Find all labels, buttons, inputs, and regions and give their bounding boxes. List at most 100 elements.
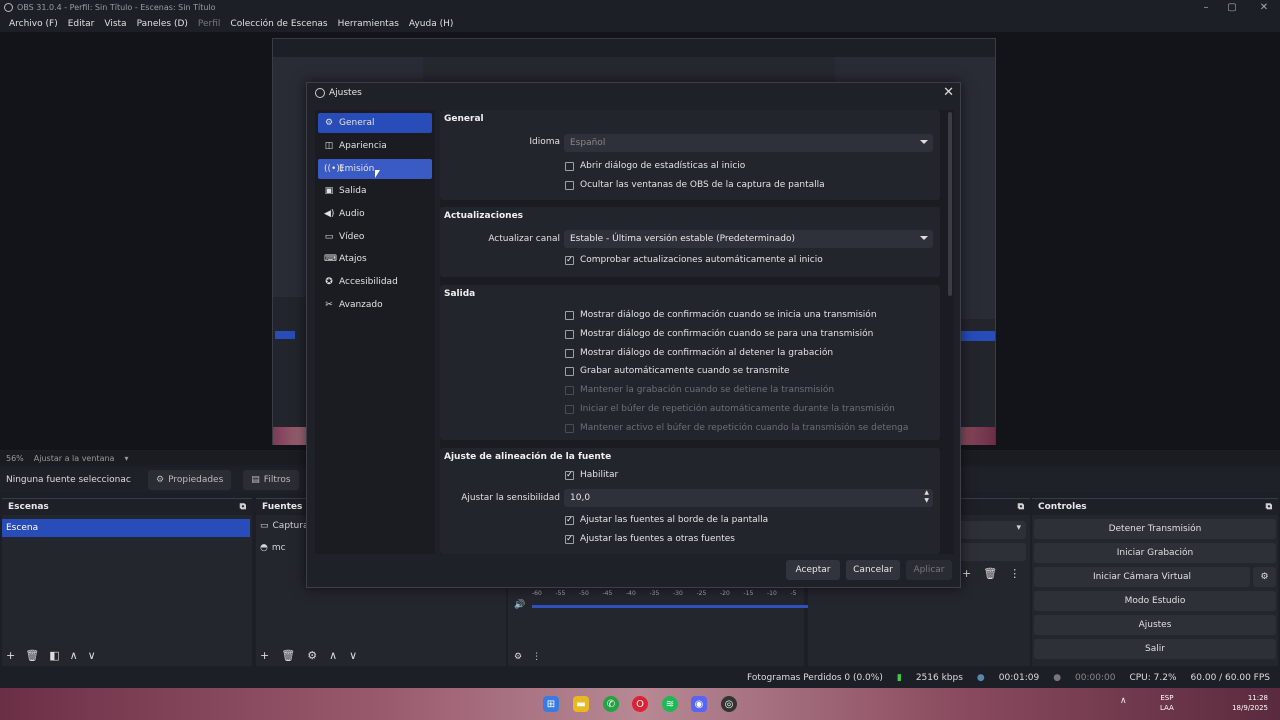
nav-audio[interactable]: ◀) Audio — [318, 204, 432, 224]
snapping-enable-checkbox[interactable]: ✓ Habilitar — [565, 470, 618, 480]
zoom-fit-select[interactable]: Ajustar a la ventana — [34, 454, 115, 463]
menu-ayuda[interactable]: Ayuda (H) — [404, 19, 458, 29]
properties-button[interactable]: ⚙ Propiedades — [148, 470, 232, 490]
filter-icon[interactable]: ◧ — [49, 649, 59, 662]
studio-mode-button[interactable]: Modo Estudio — [1034, 591, 1276, 611]
confirm-stop-stream-checkbox[interactable]: Mostrar diálogo de confirmación cuando s… — [565, 329, 873, 339]
replay-buffer-keep-checkbox: Mantener activo el búfer de repetición c… — [565, 423, 908, 433]
nav-video[interactable]: ▭ Vídeo — [318, 227, 432, 247]
hide-windows-checkbox[interactable]: Ocultar las ventanas de OBS de la captur… — [565, 180, 825, 190]
virtual-camera-button[interactable]: Iniciar Cámara Virtual — [1034, 567, 1250, 587]
confirm-stop-record-checkbox[interactable]: Mostrar diálogo de confirmación al deten… — [565, 348, 833, 358]
nav-accessibility[interactable]: ✪ Accesibilidad — [318, 272, 432, 292]
scene-item[interactable]: Escena — [2, 519, 250, 537]
arrow-down-icon[interactable]: ∨ — [349, 649, 357, 662]
undock-icon[interactable]: ⧉ — [240, 502, 246, 512]
ok-button[interactable]: Aceptar — [786, 560, 840, 580]
update-channel-label: Actualizar canal — [488, 234, 560, 244]
spotify-icon[interactable]: ≋ — [662, 696, 678, 712]
exit-button[interactable]: Salir — [1034, 639, 1276, 659]
language-select[interactable]: Español — [564, 134, 933, 152]
volume-slider[interactable] — [532, 605, 826, 608]
menu-editar[interactable]: Editar — [63, 19, 100, 29]
gear-icon[interactable]: ⚙ — [307, 649, 317, 662]
arrow-up-icon[interactable]: ∧ — [329, 649, 337, 662]
dialog-title: Ajustes — [329, 88, 362, 98]
status-bar: Fotogramas Perdidos 0 (0.0%) ▮ 2516 kbps… — [0, 668, 1280, 688]
monitor-icon: ▭ — [324, 232, 334, 242]
nav-appearance[interactable]: ◫ Apariencia — [318, 136, 432, 156]
nav-output[interactable]: ▣ Salida — [318, 181, 432, 201]
scenes-header: Escenas ⧉ — [2, 499, 252, 515]
confirm-start-stream-checkbox[interactable]: Mostrar diálogo de confirmación cuando s… — [565, 310, 877, 320]
menu-perfil[interactable]: Perfil — [193, 19, 226, 29]
trash-icon[interactable]: 🗑 — [983, 567, 997, 580]
nav-advanced[interactable]: ✂ Avanzado — [318, 295, 432, 315]
trash-icon[interactable]: 🗑 — [281, 649, 295, 662]
auto-update-checkbox[interactable]: ✓ Comprobar actualizaciones automáticamen… — [565, 255, 823, 265]
chevron-down-icon[interactable]: ▾ — [124, 454, 128, 463]
update-channel-select[interactable]: Estable - Última versión estable (Predet… — [564, 230, 933, 248]
whatsapp-icon[interactable]: ✆ — [603, 696, 619, 712]
nav-label: Salida — [339, 186, 367, 196]
cancel-button[interactable]: Cancelar — [846, 560, 900, 580]
start-recording-button[interactable]: Iniciar Grabación — [1034, 543, 1276, 563]
undock-icon[interactable]: ⧉ — [1018, 502, 1024, 512]
gear-icon[interactable]: ⚙ — [1253, 567, 1276, 587]
checkbox-icon — [565, 180, 574, 190]
add-icon[interactable]: + — [962, 567, 971, 580]
output-group: Salida Mostrar diálogo de confirmación c… — [440, 285, 940, 440]
volume-icon[interactable]: 🔊 — [514, 600, 525, 610]
language-indicator[interactable]: ESP LAA — [1160, 693, 1174, 713]
checkbox-label: Mostrar diálogo de confirmación al deten… — [580, 348, 834, 358]
checkbox-label: Habilitar — [580, 470, 619, 480]
updates-title: Actualizaciones — [444, 211, 524, 221]
menu-vista[interactable]: Vista — [99, 19, 131, 29]
apply-button[interactable]: Aplicar — [906, 560, 952, 580]
windows-start-icon[interactable]: ⊞ — [543, 696, 559, 712]
source-item[interactable]: ◓ mc — [260, 543, 286, 553]
stop-stream-button[interactable]: Detener Transmisión — [1034, 519, 1276, 539]
spinner-arrows-icon[interactable]: ▲ ▼ — [924, 489, 929, 505]
arrow-up-icon[interactable]: ∧ — [70, 649, 78, 662]
language-label: Idioma — [529, 137, 560, 147]
chevron-up-icon[interactable]: ∧ — [1120, 696, 1127, 706]
gear-icon[interactable]: ⚙ — [514, 652, 522, 662]
source-item[interactable]: ▭ Captura — [260, 521, 308, 531]
stats-checkbox[interactable]: Abrir diálogo de estadísticas al inicio — [565, 161, 745, 171]
mixer-tick-label: -25 — [696, 590, 707, 597]
opera-icon[interactable]: O — [632, 696, 648, 712]
menu-paneles[interactable]: Paneles (D) — [132, 19, 193, 29]
menu-herramientas[interactable]: Herramientas — [333, 19, 404, 29]
nav-general[interactable]: ⚙ General — [318, 113, 432, 133]
snap-other-checkbox[interactable]: ✓ Ajustar las fuentes a otras fuentes — [565, 534, 735, 544]
gear-icon: ⚙ — [324, 118, 334, 128]
close-icon[interactable]: ✕ — [943, 85, 954, 100]
clock[interactable]: 11:28 18/9/2025 — [1228, 693, 1268, 713]
maximize-icon[interactable]: ▢ — [1216, 0, 1248, 15]
snap-edge-checkbox[interactable]: ✓ Ajustar las fuentes al borde de la pant… — [565, 515, 768, 525]
menu-archivo[interactable]: Archivo (F) — [4, 19, 63, 29]
settings-content[interactable]: General Idioma Español Abrir diálogo de … — [440, 110, 954, 554]
auto-record-checkbox[interactable]: Grabar automáticamente cuando se transmi… — [565, 366, 789, 376]
discord-icon[interactable]: ◉ — [691, 696, 707, 712]
add-icon[interactable]: + — [260, 649, 269, 662]
scrollbar[interactable] — [948, 112, 952, 296]
undock-icon[interactable]: ⧉ — [1266, 502, 1272, 512]
close-window-icon[interactable]: ✕ — [1248, 0, 1280, 15]
nav-hotkeys[interactable]: ⌨ Atajos — [318, 249, 432, 269]
general-group: General Idioma Español Abrir diálogo de … — [440, 110, 940, 200]
scenes-dock: Escenas ⧉ Escena + 🗑 ◧ ∧ ∨ — [2, 498, 252, 666]
settings-button[interactable]: Ajustes — [1034, 615, 1276, 635]
trash-icon[interactable]: 🗑 — [25, 649, 39, 662]
filters-button[interactable]: ▤ Filtros — [243, 470, 299, 490]
sensitivity-spinbox[interactable]: 10,0 ▲ ▼ — [564, 489, 933, 507]
menu-bar: Archivo (F) Editar Vista Paneles (D) Per… — [0, 15, 1280, 32]
file-explorer-icon[interactable]: ▬ — [573, 696, 589, 712]
more-icon[interactable]: ⋮ — [532, 652, 541, 662]
obs-taskbar-icon[interactable]: ◎ — [721, 696, 737, 712]
arrow-down-icon[interactable]: ∨ — [88, 649, 96, 662]
menu-coleccion[interactable]: Colección de Escenas — [225, 19, 332, 29]
add-icon[interactable]: + — [6, 649, 15, 662]
more-icon[interactable]: ⋮ — [1009, 567, 1020, 580]
